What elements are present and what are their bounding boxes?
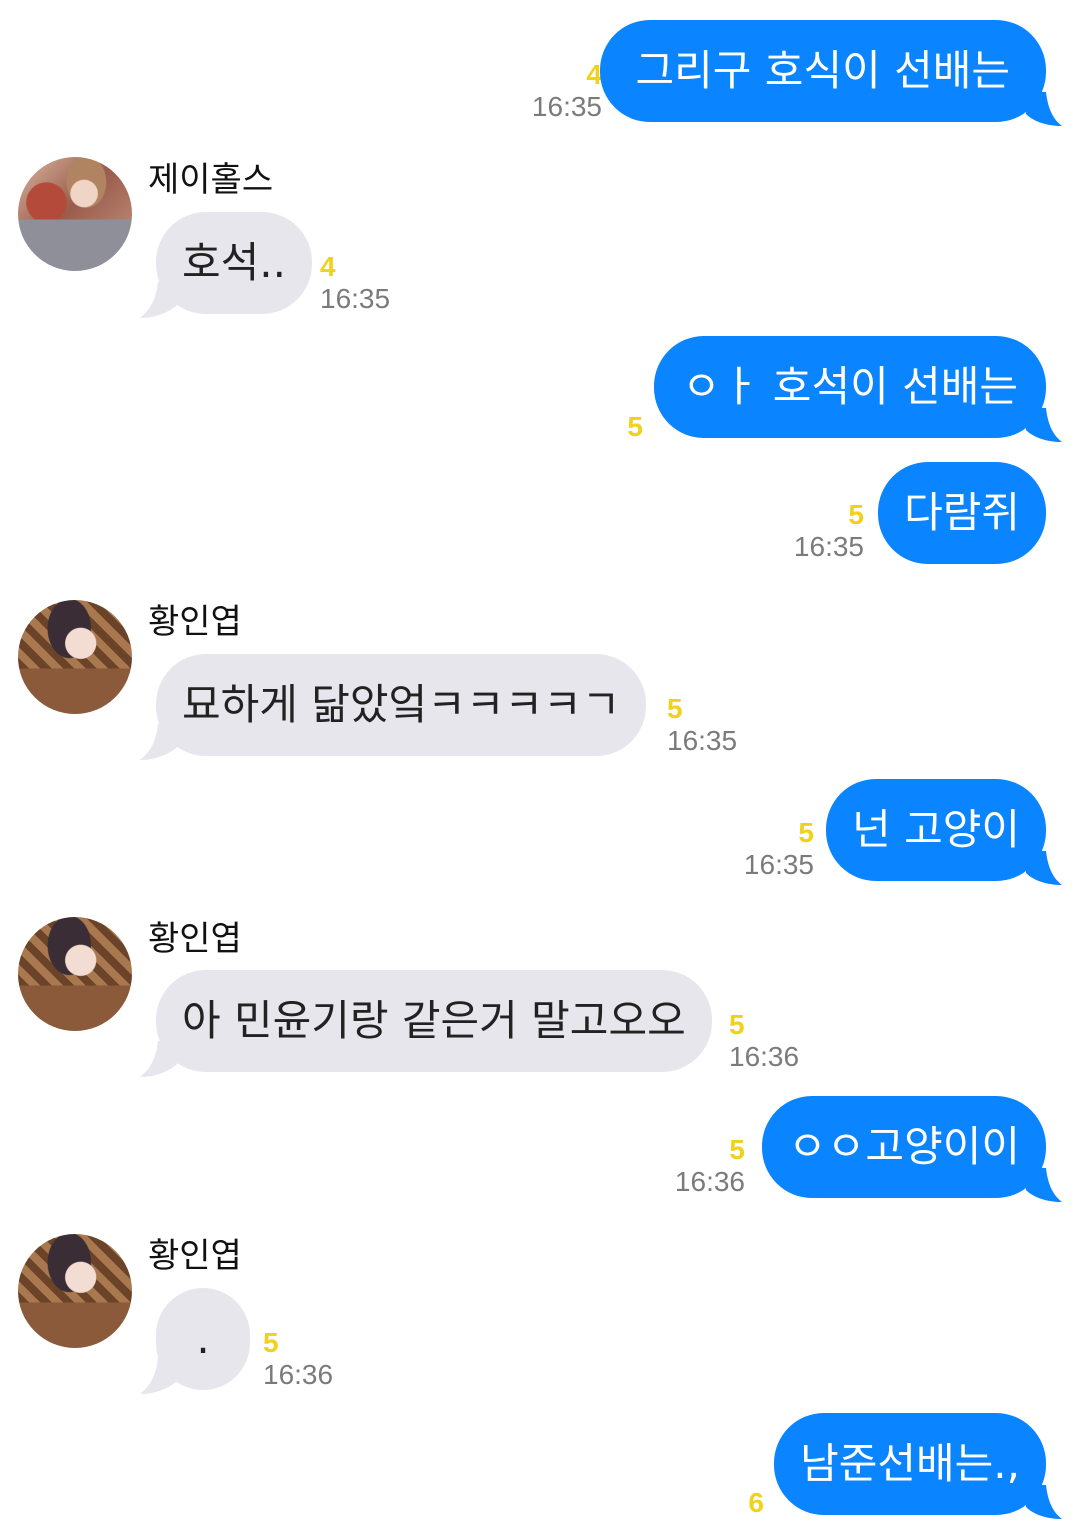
unread-count: 5 [263, 1327, 279, 1358]
message-bubble[interactable]: 호석.. [156, 212, 312, 314]
message-bubble[interactable]: 넌 고양이 [826, 779, 1046, 881]
message-bubble[interactable]: 아 민윤기랑 같은거 말고오오 [156, 970, 712, 1072]
bubble-tail-icon [1026, 408, 1062, 442]
sender-name: 황인엽 [148, 602, 242, 642]
message-bubble[interactable]: 남준선배는., [774, 1413, 1046, 1515]
avatar[interactable] [18, 157, 132, 271]
unread-count: 5 [729, 1134, 745, 1165]
timestamp: 16:36 [263, 1359, 334, 1390]
unread-count: 5 [729, 1009, 745, 1040]
bubble-tail-icon [1026, 851, 1062, 885]
message-text: ㅇㅇ고양이이 [788, 1122, 1020, 1171]
avatar[interactable] [18, 600, 132, 714]
timestamp: 16:35 [793, 531, 864, 562]
unread-count: 5 [667, 693, 683, 724]
message-text: 남준선배는., [800, 1439, 1020, 1488]
avatar[interactable] [18, 917, 132, 1031]
message-text: 아 민윤기랑 같은거 말고오오 [182, 996, 686, 1045]
sender-name: 제이홀스 [148, 160, 274, 200]
message-bubble[interactable]: 다람쥐 [878, 462, 1046, 564]
unread-count: 5 [848, 499, 864, 530]
message-text: 묘하게 닮았엌ㅋㅋㅋㅋㄱ [182, 680, 621, 729]
timestamp: 16:35 [743, 849, 814, 880]
unread-count: 4 [320, 251, 336, 282]
sender-name: 황인엽 [148, 1236, 242, 1276]
message-text: . [196, 1314, 210, 1363]
bubble-tail-icon [1026, 1168, 1062, 1202]
timestamp: 16:35 [531, 91, 602, 122]
message-bubble[interactable]: 그리구 호식이 선배는 [599, 20, 1046, 122]
unread-count: 6 [748, 1487, 764, 1518]
message-bubble[interactable]: . [156, 1288, 250, 1390]
message-bubble[interactable]: ㅇㅏ 호석이 선배는 [654, 336, 1046, 438]
message-text: 넌 고양이 [852, 805, 1020, 854]
timestamp: 16:36 [729, 1041, 800, 1072]
bubble-tail-icon [1026, 1485, 1062, 1519]
message-text: ㅇㅏ 호석이 선배는 [682, 362, 1018, 411]
unread-count: 5 [627, 411, 643, 442]
timestamp: 16:36 [674, 1166, 745, 1197]
timestamp: 16:35 [320, 283, 391, 314]
message-bubble[interactable]: ㅇㅇ고양이이 [762, 1096, 1046, 1198]
message-text: 다람쥐 [904, 488, 1020, 537]
unread-count: 5 [798, 817, 814, 848]
message-text: 호석.. [182, 238, 286, 287]
timestamp: 16:35 [667, 725, 738, 756]
bubble-tail-icon [1026, 92, 1062, 126]
message-bubble[interactable]: 묘하게 닮았엌ㅋㅋㅋㅋㄱ [156, 654, 647, 756]
unread-count: 4 [586, 59, 602, 90]
sender-name: 황인엽 [148, 919, 242, 959]
avatar[interactable] [18, 1234, 132, 1348]
message-text: 그리구 호식이 선배는 [635, 46, 1010, 95]
